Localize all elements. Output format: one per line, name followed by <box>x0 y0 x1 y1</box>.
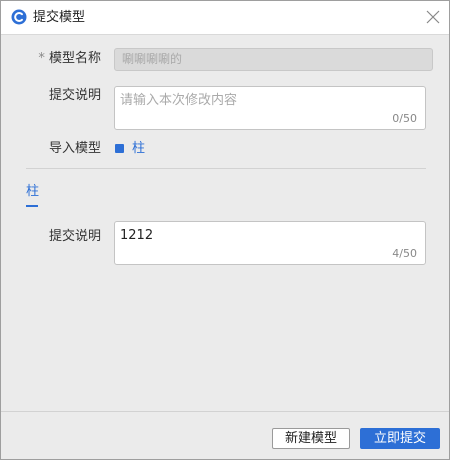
submit-model-dialog: 提交模型 * 模型名称 唰唰唰唰的 提交说明 请输入本次修改内容 0/50 导入… <box>0 0 450 460</box>
app-logo-icon <box>11 9 27 25</box>
commit-note-char-count: 0/50 <box>392 112 417 125</box>
title-bar: 提交模型 <box>1 1 449 35</box>
tab-commit-note-textarea[interactable]: 1212 4/50 <box>114 221 426 265</box>
tab-column[interactable]: 柱 <box>26 183 39 201</box>
commit-note-textarea[interactable]: 请输入本次修改内容 0/50 <box>114 86 426 130</box>
required-mark: * <box>38 51 45 66</box>
import-model-label: 导入模型 <box>48 141 101 156</box>
import-model-checkbox[interactable] <box>115 144 124 153</box>
new-model-button[interactable]: 新建模型 <box>272 428 350 449</box>
model-name-label-text: 模型名称 <box>48 51 101 66</box>
dialog-title: 提交模型 <box>33 10 86 25</box>
commit-note-placeholder: 请输入本次修改内容 <box>120 93 238 108</box>
footer-divider <box>1 411 449 412</box>
model-name-label: * 模型名称 <box>26 50 101 68</box>
import-model-option-label[interactable]: 柱 <box>132 140 145 158</box>
tab-active-indicator <box>26 205 38 207</box>
section-divider <box>26 168 426 169</box>
tab-commit-note-char-count: 4/50 <box>392 247 417 260</box>
submit-now-button[interactable]: 立即提交 <box>360 428 440 449</box>
commit-note-label: 提交说明 <box>48 88 101 103</box>
tab-commit-note-label: 提交说明 <box>48 229 101 244</box>
model-name-input[interactable]: 唰唰唰唰的 <box>114 48 433 71</box>
close-icon[interactable] <box>425 9 441 25</box>
tab-commit-note-value: 1212 <box>120 228 154 243</box>
